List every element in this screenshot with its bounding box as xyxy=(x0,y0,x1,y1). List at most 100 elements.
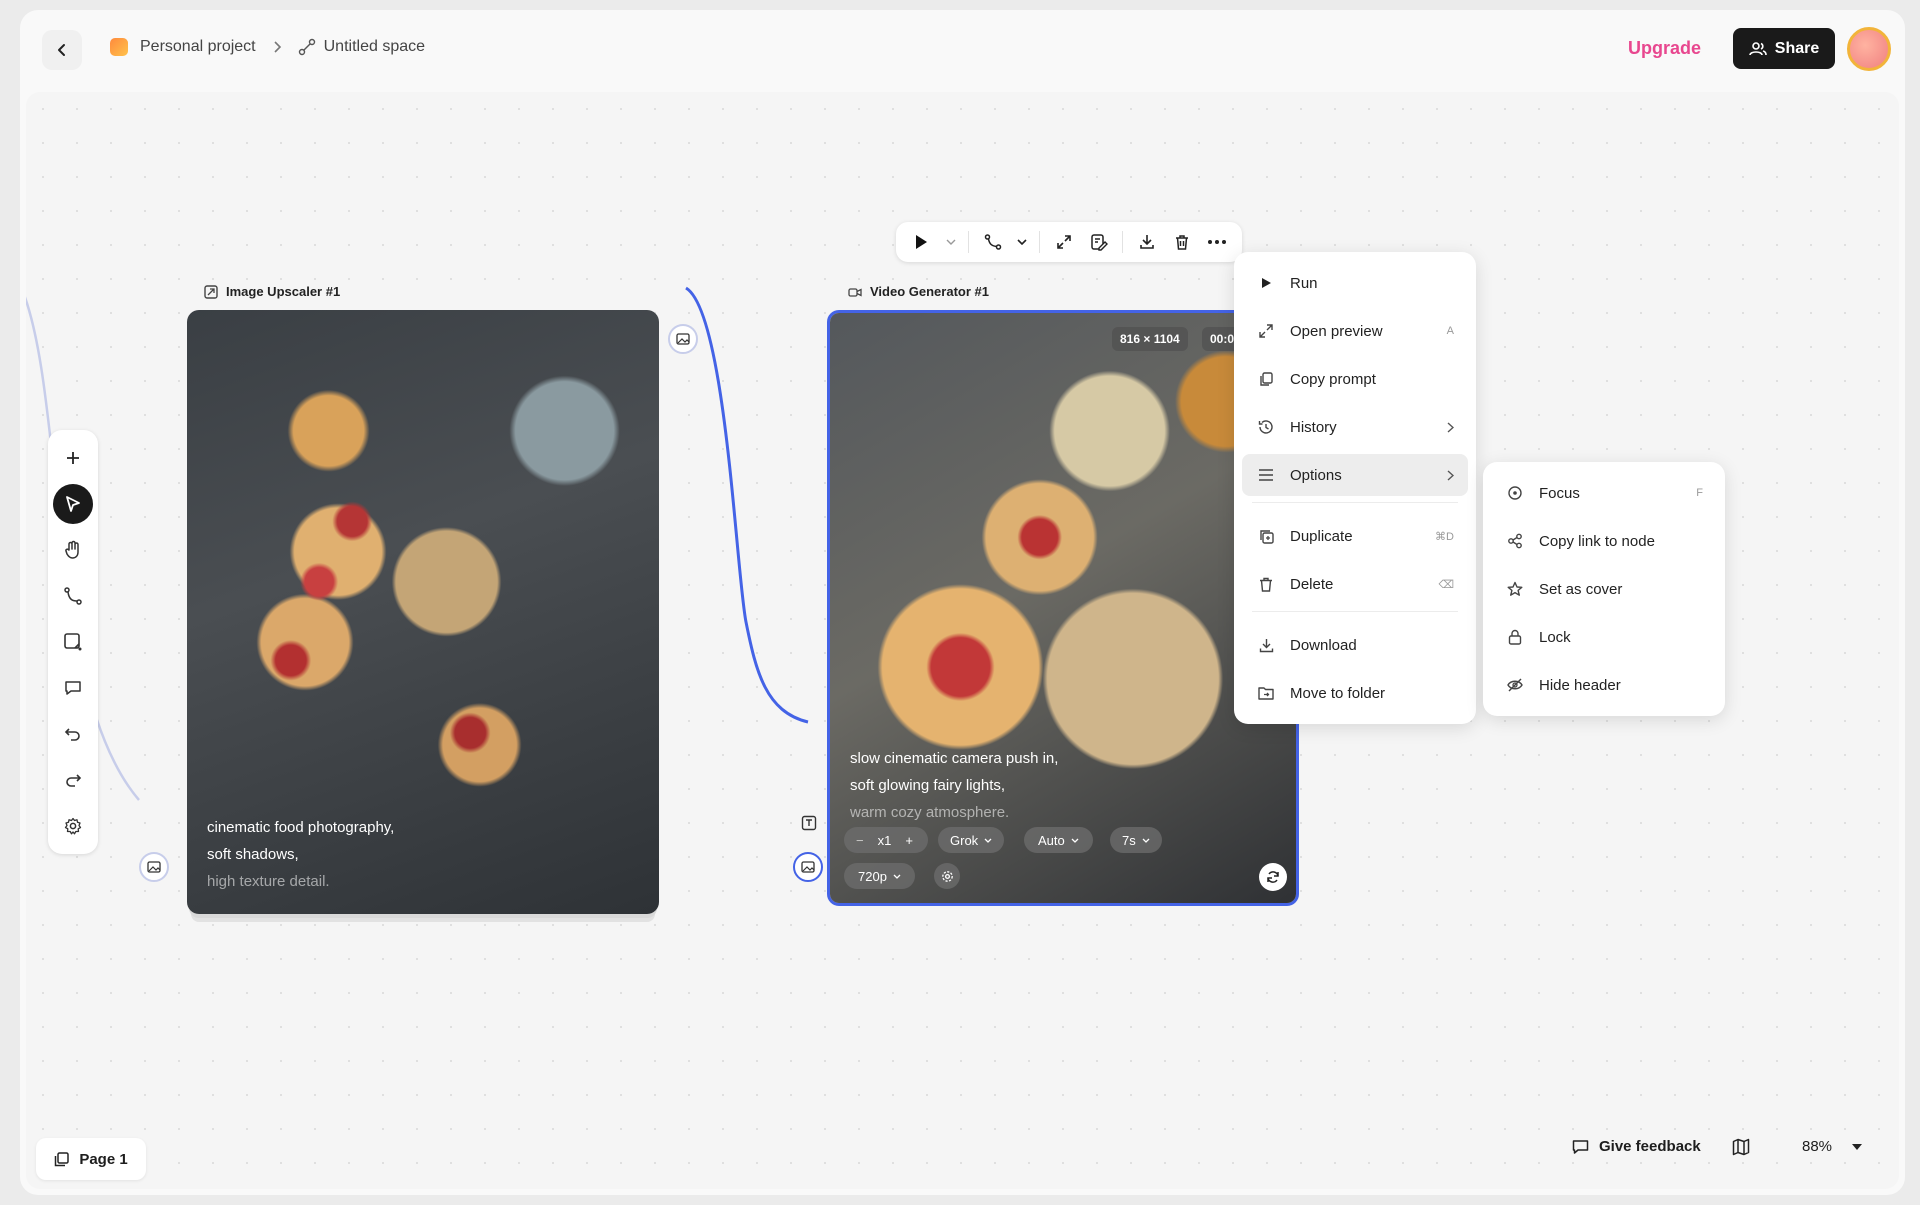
menu-item-run[interactable]: Run xyxy=(1242,262,1468,304)
submenu-item-focus[interactable]: Focus F xyxy=(1491,472,1717,514)
video-settings-button[interactable] xyxy=(934,863,960,889)
space-node-icon xyxy=(298,38,316,56)
divider xyxy=(1122,231,1124,253)
project-color-icon xyxy=(110,38,128,56)
connect-tool-button[interactable] xyxy=(53,576,93,616)
fullscreen-button[interactable] xyxy=(1048,226,1079,258)
image-icon xyxy=(676,333,690,345)
shortcut-hint: ⌫ xyxy=(1438,578,1454,591)
run-options-dropdown[interactable] xyxy=(941,226,960,258)
select-tool-button[interactable] xyxy=(53,484,93,524)
chevron-down-icon xyxy=(946,239,956,245)
menu-item-download[interactable]: Download xyxy=(1242,624,1468,666)
eye-off-icon xyxy=(1505,678,1525,692)
undo-button[interactable] xyxy=(53,714,93,754)
share-button[interactable]: Share xyxy=(1733,28,1835,69)
submenu-item-lock[interactable]: Lock xyxy=(1491,616,1717,658)
menu-item-options[interactable]: Options xyxy=(1242,454,1468,496)
comment-button[interactable] xyxy=(53,668,93,708)
sticky-note-button[interactable] xyxy=(53,622,93,662)
submenu-item-copy-link[interactable]: Copy link to node xyxy=(1491,520,1717,562)
upgrade-link[interactable]: Upgrade xyxy=(1628,38,1701,59)
increment-button[interactable]: + xyxy=(905,833,913,848)
download-button[interactable] xyxy=(1131,226,1162,258)
settings-button[interactable] xyxy=(53,806,93,846)
history-icon xyxy=(1256,419,1276,435)
length-select[interactable]: 7s xyxy=(1110,827,1162,853)
breadcrumb-project[interactable]: Personal project xyxy=(140,38,256,56)
shortcut-hint: ⌘D xyxy=(1435,530,1454,543)
connector-icon xyxy=(64,587,82,605)
connect-options-dropdown[interactable] xyxy=(1012,226,1031,258)
give-feedback-button[interactable]: Give feedback xyxy=(1572,1138,1701,1155)
add-node-button[interactable] xyxy=(53,438,93,478)
menu-divider xyxy=(1252,502,1458,503)
submenu-item-label: Copy link to node xyxy=(1539,532,1655,550)
menu-item-copy-prompt[interactable]: Copy prompt xyxy=(1242,358,1468,400)
caret-down-icon xyxy=(1852,1143,1863,1150)
edit-button[interactable] xyxy=(1083,226,1114,258)
image-icon xyxy=(801,861,815,873)
map-icon xyxy=(1732,1138,1750,1156)
left-toolbar xyxy=(48,430,98,854)
chevron-right-icon xyxy=(1447,469,1454,481)
menu-item-delete[interactable]: Delete ⌫ xyxy=(1242,563,1468,605)
hand-tool-button[interactable] xyxy=(53,530,93,570)
gear-icon xyxy=(941,870,953,882)
chevron-down-icon xyxy=(1142,838,1150,843)
chevron-left-icon xyxy=(58,44,65,56)
count-value: x1 xyxy=(877,832,892,848)
menu-item-move-to-folder[interactable]: Move to folder xyxy=(1242,672,1468,714)
more-button[interactable] xyxy=(1201,226,1232,258)
menu-item-label: Run xyxy=(1290,274,1318,292)
duplicate-icon xyxy=(1256,529,1276,544)
canvas[interactable]: Image Upscaler #1 cinematic food photogr… xyxy=(26,92,1899,1189)
mode-select[interactable]: Auto xyxy=(1024,827,1093,853)
menu-item-open-preview[interactable]: Open preview A xyxy=(1242,310,1468,352)
breadcrumb-space[interactable]: Untitled space xyxy=(324,38,425,56)
users-icon xyxy=(1748,41,1767,55)
folder-move-icon xyxy=(1256,686,1276,700)
expand-icon xyxy=(1256,324,1276,338)
chevron-right-icon xyxy=(1447,421,1454,433)
upscaler-node[interactable]: cinematic food photography, soft shadows… xyxy=(187,310,659,914)
model-value: Grok xyxy=(950,832,979,848)
model-select[interactable]: Grok xyxy=(938,827,1005,853)
menu-item-duplicate[interactable]: Duplicate ⌘D xyxy=(1242,515,1468,557)
connect-node-button[interactable] xyxy=(977,226,1008,258)
quality-value: 720p xyxy=(858,868,887,884)
zoom-control[interactable]: 88% xyxy=(1802,1138,1863,1155)
upscaler-input-port[interactable] xyxy=(139,852,169,882)
menu-item-label: Download xyxy=(1290,636,1357,654)
minimap-toggle[interactable] xyxy=(1732,1138,1750,1156)
video-node-header[interactable]: Video Generator #1 xyxy=(848,284,989,299)
comment-icon xyxy=(1572,1139,1589,1154)
video-node[interactable]: 816 × 1104 00:0 slow cinematic camera pu… xyxy=(827,310,1299,906)
upscaler-output-port[interactable] xyxy=(668,324,698,354)
run-button[interactable] xyxy=(906,226,937,258)
menu-item-history[interactable]: History xyxy=(1242,406,1468,448)
submenu-item-hide-header[interactable]: Hide header xyxy=(1491,664,1717,706)
top-bar: Personal project Untitled space Upgrade … xyxy=(20,10,1905,92)
lock-icon xyxy=(1505,629,1525,645)
video-prompt-line: slow cinematic camera push in, xyxy=(850,750,1059,767)
upscaler-node-header[interactable]: Image Upscaler #1 xyxy=(204,284,340,299)
quality-select[interactable]: 720p xyxy=(844,863,915,889)
submenu-item-set-cover[interactable]: Set as cover xyxy=(1491,568,1717,610)
delete-button[interactable] xyxy=(1166,226,1197,258)
decrement-button[interactable]: − xyxy=(856,833,864,848)
video-node-title: Video Generator #1 xyxy=(870,284,989,299)
refresh-icon xyxy=(1267,871,1279,883)
page-selector[interactable]: Page 1 xyxy=(36,1138,146,1180)
gear-icon xyxy=(64,817,82,835)
regenerate-button[interactable] xyxy=(1259,863,1287,891)
text-input-port[interactable] xyxy=(798,812,820,834)
video-input-port[interactable] xyxy=(793,852,823,882)
image-icon xyxy=(147,861,161,873)
user-avatar[interactable] xyxy=(1847,27,1891,71)
back-button[interactable] xyxy=(42,30,82,70)
edge-upscaler-to-video xyxy=(685,286,809,724)
redo-button[interactable] xyxy=(53,760,93,800)
connector-icon xyxy=(984,234,1001,250)
menu-divider xyxy=(1252,611,1458,612)
